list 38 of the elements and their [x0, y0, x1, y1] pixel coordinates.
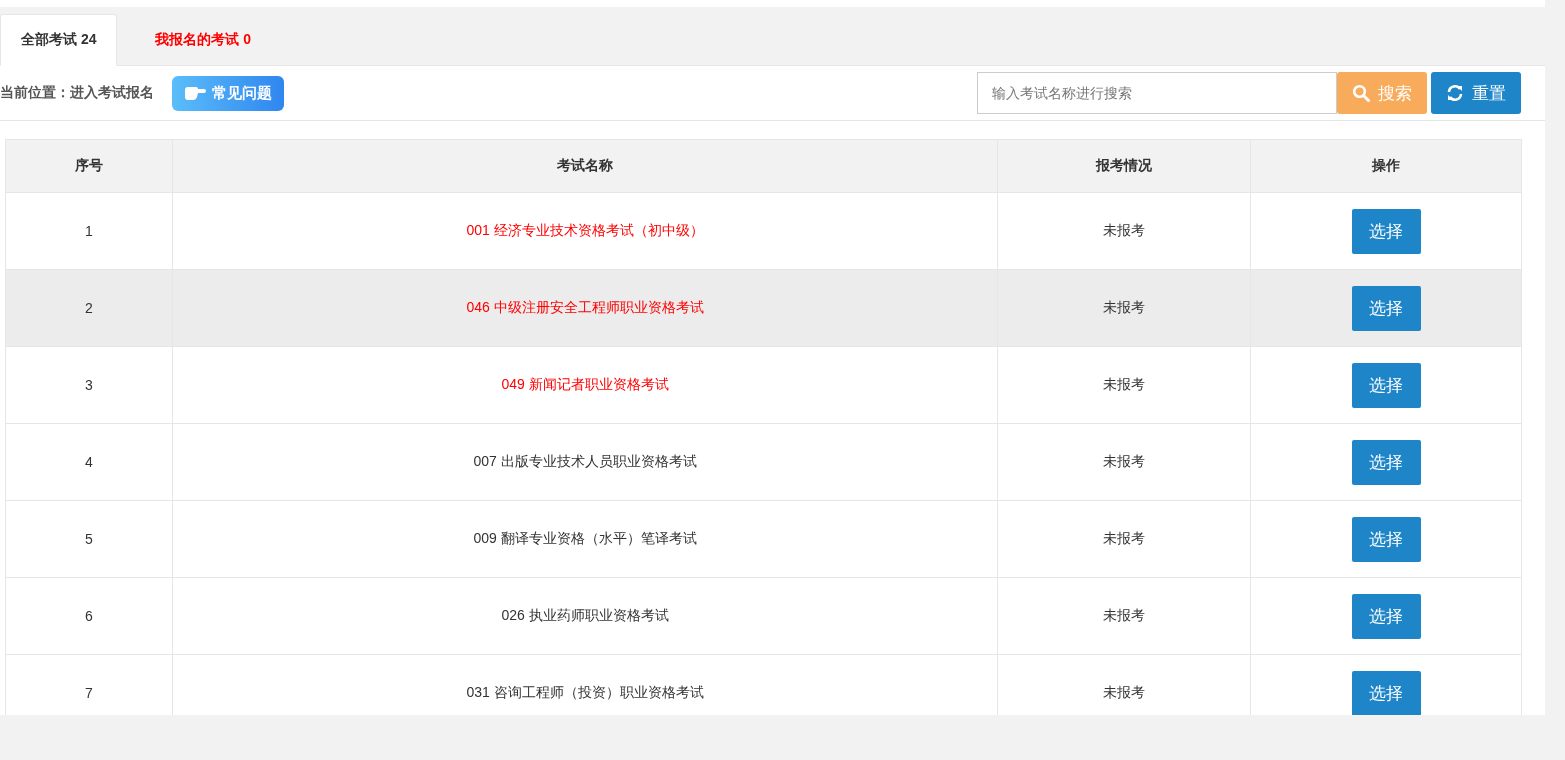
exam-name-cell: 001 经济专业技术资格考试（初中级） — [172, 192, 998, 270]
table-cell: 1 — [5, 192, 173, 270]
table-cell: 未报考 — [997, 577, 1251, 655]
column-header: 操作 — [1250, 139, 1522, 193]
table-cell: 未报考 — [997, 423, 1251, 501]
refresh-icon — [1446, 84, 1464, 102]
select-button[interactable]: 选择 — [1351, 439, 1421, 485]
reset-button[interactable]: 重置 — [1431, 72, 1521, 114]
tab[interactable]: 我报名的考试 0 — [135, 14, 272, 66]
select-button[interactable]: 选择 — [1351, 208, 1421, 254]
exam-name-cell: 046 中级注册安全工程师职业资格考试 — [172, 269, 998, 347]
select-button[interactable]: 选择 — [1351, 285, 1421, 331]
table-cell: 2 — [5, 269, 173, 347]
search-field[interactable]: 输入考试名称进行搜索 — [977, 72, 1337, 114]
tab[interactable]: 全部考试 24 — [0, 14, 118, 66]
table-cell: 3 — [5, 346, 173, 424]
table-cell: 5 — [5, 500, 173, 578]
select-button[interactable]: 选择 — [1351, 593, 1421, 639]
table-cell: 未报考 — [997, 192, 1251, 270]
exam-name-cell: 026 执业药师职业资格考试 — [172, 577, 998, 655]
search-icon — [1352, 84, 1370, 102]
table-cell: 未报考 — [997, 500, 1251, 578]
select-button[interactable]: 选择 — [1351, 362, 1421, 408]
table-cell: 4 — [5, 423, 173, 501]
table-cell: 未报考 — [997, 269, 1251, 347]
select-button[interactable]: 选择 — [1351, 670, 1421, 715]
column-header: 报考情况 — [997, 139, 1251, 193]
table-cell: 未报考 — [997, 346, 1251, 424]
exam-name-cell: 009 翻译专业资格（水平）笔译考试 — [172, 500, 998, 578]
exam-name-cell: 007 出版专业技术人员职业资格考试 — [172, 423, 998, 501]
breadcrumb: 当前位置：进入考试报名 — [0, 84, 154, 102]
column-header: 序号 — [5, 139, 173, 193]
table-cell: 6 — [5, 577, 173, 655]
exam-name-cell: 049 新闻记者职业资格考试 — [172, 346, 998, 424]
column-header: 考试名称 — [172, 139, 998, 193]
faq-button[interactable]: 常见问题 — [172, 75, 284, 111]
table-cell: 7 — [5, 654, 173, 715]
select-button[interactable]: 选择 — [1351, 516, 1421, 562]
